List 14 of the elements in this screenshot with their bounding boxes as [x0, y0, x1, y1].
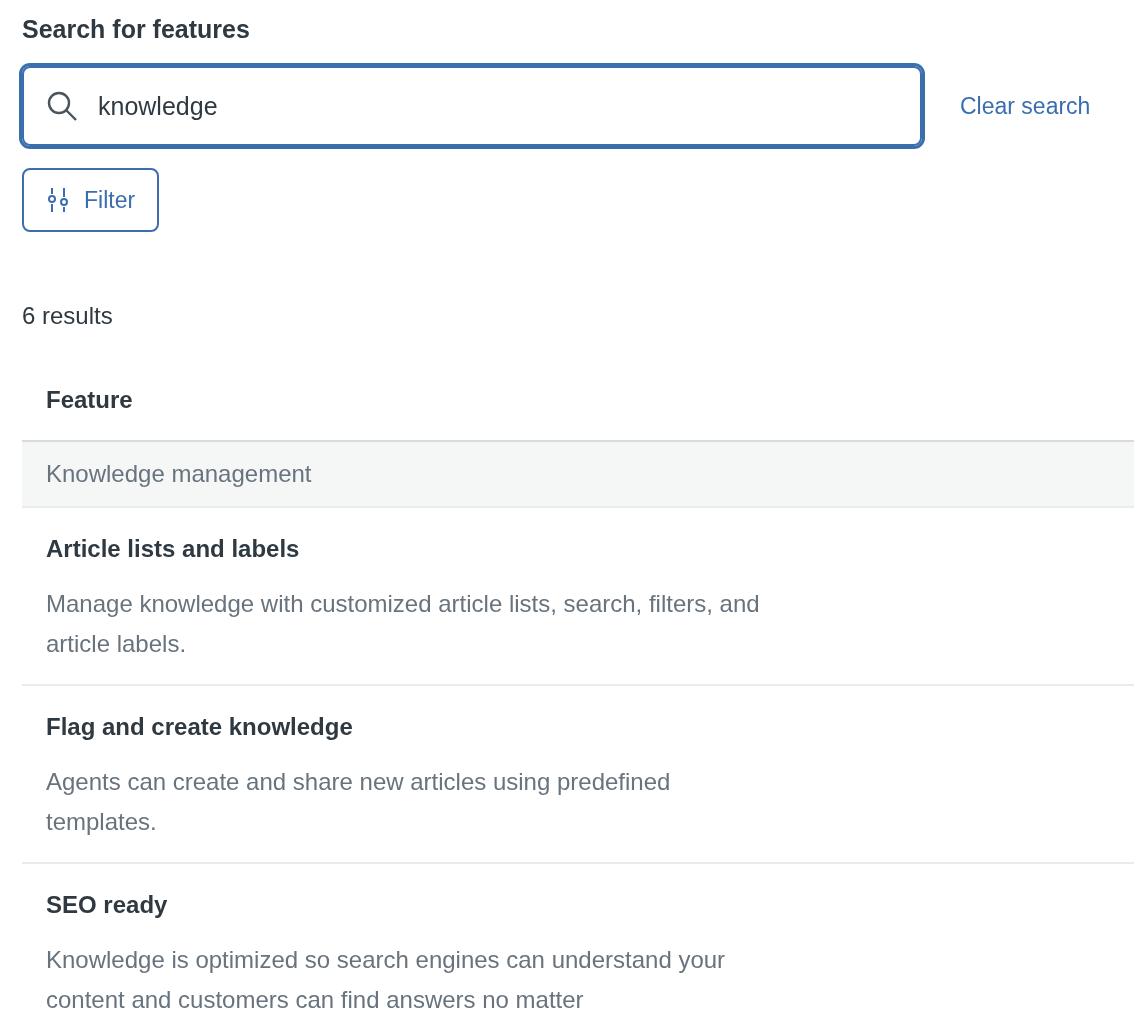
feature-title: Flag and create knowledge	[46, 712, 353, 742]
clear-search-link[interactable]: Clear search	[960, 92, 1091, 120]
search-icon	[46, 90, 78, 122]
feature-description: Agents can create and share new articles using predefined templates.	[46, 767, 672, 837]
search-label: Search for features	[22, 14, 251, 45]
sliders-icon	[48, 187, 68, 213]
category-row: Knowledge management	[22, 442, 1134, 508]
search-field[interactable]: knowledge	[22, 66, 922, 146]
filter-button[interactable]: Filter	[22, 168, 160, 232]
results-count: 6 results	[22, 302, 113, 330]
feature-description: Manage knowledge with customized article lists, search, filters, and article labels.	[46, 589, 761, 659]
feature-description: Knowledge is optimized so search engines can understand your content and customers can find answers no matter	[46, 945, 727, 1015]
feature-title: Article lists and labels	[46, 534, 300, 564]
feature-title: SEO ready	[46, 890, 168, 920]
